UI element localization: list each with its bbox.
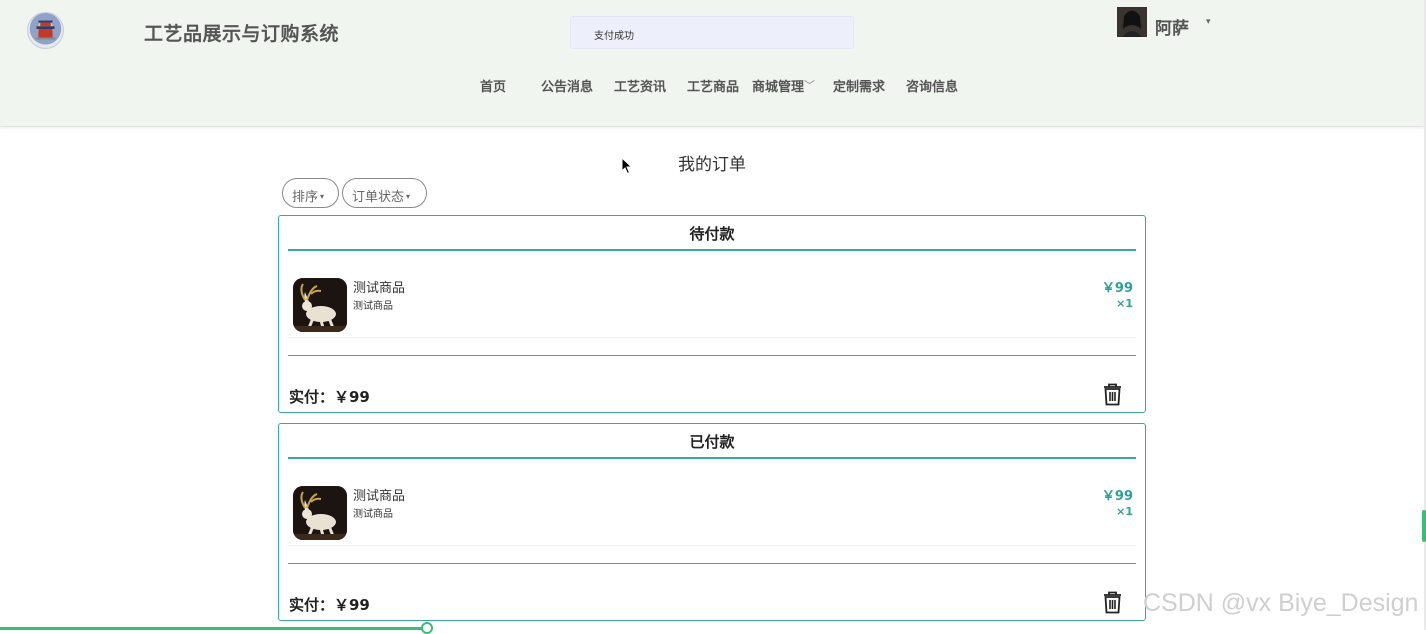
nav-notices[interactable]: 公告消息 [541,76,593,95]
product-subtitle: 测试商品 [353,509,393,520]
divider [288,545,1136,546]
product-image[interactable] [293,278,347,332]
product-price: ￥99 [1101,281,1133,296]
logo-icon[interactable] [27,12,64,49]
nav-news[interactable]: 工艺资讯 [614,76,666,95]
order-status-dropdown[interactable]: 订单状态 ▾ [342,178,427,208]
divider [288,249,1136,251]
watermark: CSDN @vx Biye_Design [1143,589,1419,617]
nav-consult[interactable]: 咨询信息 [906,76,958,95]
product-price: ￥99 [1101,489,1133,504]
product-subtitle: 测试商品 [353,301,393,312]
main-nav: 首页 公告消息 工艺资讯 工艺商品 商城管理 ﹀ 定制需求 咨询信息 [0,76,1424,95]
site-title: 工艺品展示与订购系统 [144,23,340,45]
order-card[interactable]: 待付款 测试商品 测试商品 ￥99 ×1 实付：￥99 [278,215,1146,413]
order-status-label: 订单状态 [352,190,405,205]
nav-home[interactable]: 首页 [480,76,506,95]
divider [288,457,1136,459]
trash-icon[interactable] [1102,383,1123,406]
user-menu-caret-icon[interactable]: ▾ [1206,17,1211,27]
sort-label: 排序 [292,190,319,205]
product-name[interactable]: 测试商品 [353,485,405,504]
nav-products[interactable]: 工艺商品 [687,76,739,95]
order-card[interactable]: 已付款 测试商品 测试商品 ￥99 ×1 实付：￥99 [278,423,1146,621]
product-name[interactable]: 测试商品 [353,277,405,296]
product-quantity: ×1 [1116,297,1133,310]
caret-down-icon: ▾ [320,192,325,201]
sort-dropdown[interactable]: 排序 ▾ [282,178,339,208]
page-title: 我的订单 [678,155,746,175]
divider [288,355,1136,356]
progress-handle[interactable] [421,622,433,634]
nav-mall-management[interactable]: 商城管理 [752,76,804,95]
product-quantity: ×1 [1116,505,1133,518]
chevron-down-icon[interactable]: ﹀ [804,77,815,93]
order-status: 已付款 [689,433,735,451]
caret-down-icon: ▾ [406,192,411,201]
avatar[interactable] [1117,7,1147,37]
order-status: 待付款 [689,225,735,243]
divider [288,563,1136,564]
top-header: 工艺品展示与订购系统 支付成功 阿萨 ▾ 首页 公告消息 工艺资讯 工艺商品 商… [0,0,1424,127]
toast-message: 支付成功 [570,16,854,49]
user-name[interactable]: 阿萨 [1155,14,1189,39]
divider [288,337,1136,338]
paid-amount: 实付：￥99 [289,388,370,406]
product-image[interactable] [293,486,347,540]
scrollbar-thumb[interactable] [1422,510,1426,542]
trash-icon[interactable] [1102,591,1123,614]
nav-custom-requests[interactable]: 定制需求 [833,76,885,95]
paid-amount: 实付：￥99 [289,596,370,614]
